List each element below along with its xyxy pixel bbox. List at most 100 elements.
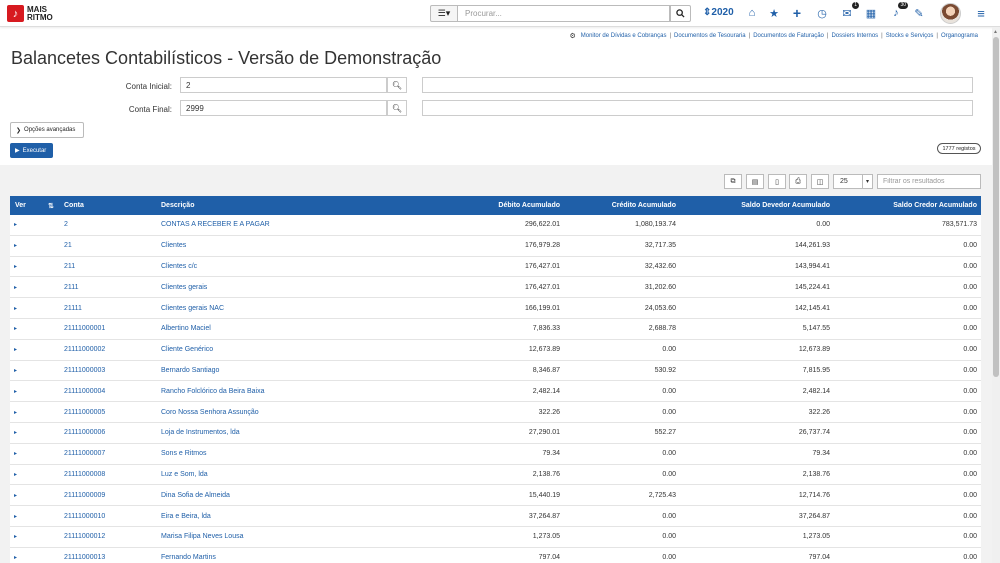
header-ver[interactable]: Ver [15,196,26,215]
star-icon[interactable]: ★ [767,6,781,20]
cell-descricao[interactable]: Bernardo Santiago [161,361,219,381]
expand-arrow-icon[interactable]: ▸ [14,381,24,401]
excel-export-button[interactable]: ▤ [746,174,764,189]
quicklink-tesouraria[interactable]: Documentos de Tesouraria [674,33,746,39]
cell-descricao[interactable]: Marisa Filipa Neves Lousa [161,527,243,547]
expand-arrow-icon[interactable]: ▸ [14,277,24,297]
table-row[interactable]: ▸ 21111000002 Cliente Genérico 12,673.89 0.0… [10,340,981,361]
cell-descricao[interactable]: Clientes [161,236,186,256]
expand-arrow-icon[interactable]: ▸ [14,298,24,318]
table-row[interactable]: ▸ 21111000005 Coro Nossa Senhora Assunção 3… [10,402,981,423]
columns-button[interactable]: ◫ [811,174,829,189]
expand-arrow-icon[interactable]: ▸ [14,402,24,422]
conta-final-input[interactable] [180,100,387,116]
cell-conta[interactable]: 21111000007 [64,444,105,464]
cell-descricao[interactable]: Albertino Maciel [161,319,211,339]
header-conta[interactable]: Conta [64,196,84,215]
cell-conta[interactable]: 211 [64,257,75,277]
cell-conta[interactable]: 21111 [64,298,82,318]
conta-inicial-input[interactable] [180,77,387,93]
quicklink-organograma[interactable]: Organograma [941,33,978,39]
avatar[interactable] [940,3,961,24]
expand-arrow-icon[interactable]: ▸ [14,548,24,563]
cell-descricao[interactable]: Cliente Genérico [161,340,213,360]
table-row[interactable]: ▸ 21111000004 Rancho Folclórico da Beira B… [10,381,981,403]
cell-descricao[interactable]: Luz e Som, lda [161,465,208,485]
table-row[interactable]: ▸ 211 Clientes c/c 176,427.01 32,432.60 143,9… [10,257,981,278]
quicklink-dossiers[interactable]: Dossiers Internos [831,33,878,39]
scroll-up-icon[interactable]: ▲ [993,29,998,35]
quicklink-stocks[interactable]: Stocks e Serviços [886,33,934,39]
chat-icon[interactable]: ✉ 1 [840,2,859,20]
cell-descricao[interactable]: Clientes gerais NAC [161,298,224,318]
plus-icon[interactable]: + [790,5,804,21]
advanced-options-button[interactable]: ❯ Opções avançadas [10,122,84,138]
expand-arrow-icon[interactable]: ▸ [14,527,24,547]
table-row[interactable]: ▸ 21111000007 Sons e Ritmos 79.34 0.00 79.34 0… [10,444,981,465]
table-row[interactable]: ▸ 21111000009 Dina Sofia de Almeida 15,440.… [10,485,981,507]
cell-conta[interactable]: 21111000010 [64,506,105,526]
cell-conta[interactable]: 21111000008 [64,465,105,485]
table-row[interactable]: ▸ 21 Clientes 176,979.28 32,717.35 144,261.93… [10,236,981,257]
table-row[interactable]: ▸ 2111 Clientes gerais 176,427.01 31,202.60 1… [10,277,981,299]
header-credito[interactable]: Crédito Acumulado [525,196,676,215]
cell-descricao[interactable]: Clientes gerais [161,277,207,297]
page-size-select[interactable]: 25 ▾ [833,174,873,189]
expand-arrow-icon[interactable]: ▸ [14,506,24,526]
cell-conta[interactable]: 21111000002 [64,340,105,360]
cell-descricao[interactable]: Clientes c/c [161,257,197,277]
table-row[interactable]: ▸ 21111000001 Albertino Maciel 7,836.33 2,68… [10,319,981,340]
expand-arrow-icon[interactable]: ▸ [14,257,24,277]
cell-descricao[interactable]: Sons e Ritmos [161,444,207,464]
page-scrollbar[interactable]: ▲ [992,27,1000,563]
header-saldo-credor[interactable]: Saldo Credor Acumulado [826,196,977,215]
conta-inicial-search-button[interactable]: 🔍︎ [387,77,407,93]
table-row[interactable]: ▸ 21111000006 Loja de Instrumentos, lda 27,… [10,423,981,444]
cell-descricao[interactable]: Fernando Martins [161,548,216,563]
header-descricao[interactable]: Descrição [161,196,194,215]
expand-arrow-icon[interactable]: ▸ [14,423,24,443]
cell-descricao[interactable]: Rancho Folclórico da Beira Baixa [161,381,265,401]
search-scope-dropdown[interactable]: ☰▾ [430,5,458,22]
cell-conta[interactable]: 21111000003 [64,361,105,381]
expand-arrow-icon[interactable]: ▸ [14,444,24,464]
table-row[interactable]: ▸ 21111 Clientes gerais NAC 166,199.01 24,05… [10,298,981,319]
search-input[interactable] [458,5,670,22]
table-row[interactable]: ▸ 21111000010 Eira e Beira, lda 37,264.87 0.… [10,506,981,527]
search-button[interactable] [670,5,691,22]
quicklink-monitor[interactable]: Monitor de Dívidas e Cobranças [581,33,667,39]
header-saldo-devedor[interactable]: Saldo Devedor Acumulado [680,196,830,215]
expand-arrow-icon[interactable]: ▸ [14,319,24,339]
pdf-export-button[interactable]: ▯ [768,174,786,189]
wrench-icon[interactable]: ✎ [912,6,926,20]
cell-conta[interactable]: 21 [64,236,72,256]
expand-arrow-icon[interactable]: ▸ [14,340,24,360]
cell-descricao[interactable]: CONTAS A RECEBER E A PAGAR [161,215,270,235]
table-row[interactable]: ▸ 2 CONTAS A RECEBER E A PAGAR 296,622.01 1,… [10,215,981,236]
settings-icon[interactable]: ⚙ [569,32,575,40]
bell-icon[interactable]: ♪ 30 [889,2,908,20]
cell-conta[interactable]: 21111000005 [64,402,105,422]
cell-descricao[interactable]: Eira e Beira, lda [161,506,211,526]
expand-arrow-icon[interactable]: ▸ [14,215,24,235]
filter-results-input[interactable] [877,174,981,189]
cell-conta[interactable]: 2111 [64,277,79,297]
expand-arrow-icon[interactable]: ▸ [14,485,24,505]
sort-icon[interactable]: ⇅ [48,196,54,215]
cell-conta[interactable]: 21111000012 [64,527,105,547]
quicklink-faturacao[interactable]: Documentos de Faturação [753,33,824,39]
hamburger-menu-icon[interactable]: ≡ [974,5,988,21]
table-row[interactable]: ▸ 21111000012 Marisa Filipa Neves Lousa 1,2… [10,527,981,548]
cell-conta[interactable]: 21111000004 [64,381,105,401]
cell-descricao[interactable]: Dina Sofia de Almeida [161,485,230,505]
cell-conta[interactable]: 21111000001 [64,319,105,339]
expand-arrow-icon[interactable]: ▸ [14,361,24,381]
print-button[interactable]: ⎙ [789,174,807,189]
expand-arrow-icon[interactable]: ▸ [14,236,24,256]
clock-icon[interactable]: ◷ [815,6,829,20]
app-logo[interactable]: ♪ MAIS RITMO [7,4,53,23]
table-row[interactable]: ▸ 21111000008 Luz e Som, lda 2,138.76 0.00 2,… [10,465,981,486]
cell-descricao[interactable]: Coro Nossa Senhora Assunção [161,402,259,422]
cell-conta[interactable]: 21111000013 [64,548,105,563]
cell-descricao[interactable]: Loja de Instrumentos, lda [161,423,240,443]
